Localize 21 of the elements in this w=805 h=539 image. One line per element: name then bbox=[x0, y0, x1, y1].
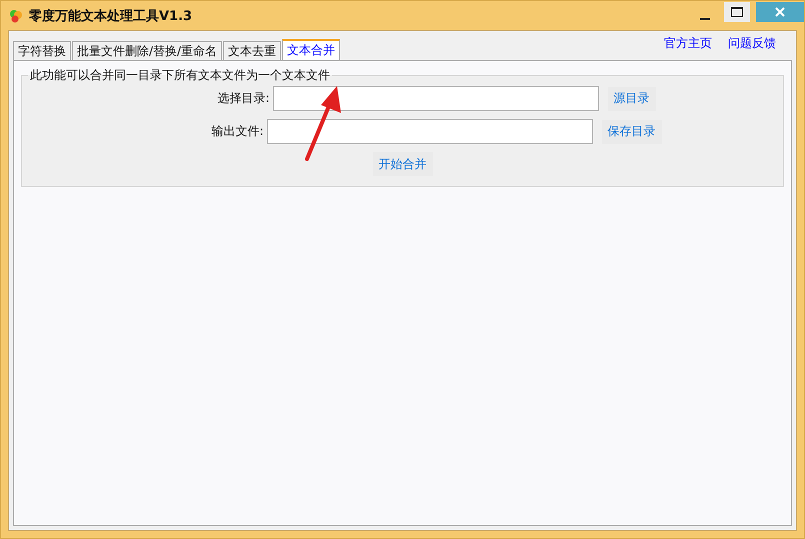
close-button[interactable] bbox=[756, 2, 804, 22]
tab[interactable]: 文本合并 bbox=[282, 39, 340, 60]
browse-button[interactable]: 保存目录 bbox=[602, 120, 662, 144]
maximize-icon bbox=[731, 6, 743, 16]
maximize-button[interactable] bbox=[724, 2, 750, 22]
group-title: 此功能可以合并同一目录下所有文本文件为一个文本文件 bbox=[29, 67, 331, 84]
window-title: 零度万能文本处理工具V1.3 bbox=[29, 8, 194, 24]
field-label: 输出文件: bbox=[210, 123, 264, 140]
minimize-icon bbox=[700, 18, 710, 20]
browse-button[interactable]: 源目录 bbox=[608, 86, 656, 110]
field-label: 选择目录: bbox=[216, 90, 270, 107]
close-icon bbox=[775, 6, 785, 16]
merge-button[interactable]: 开始合并 bbox=[372, 152, 432, 176]
input-field[interactable] bbox=[272, 86, 598, 111]
link[interactable]: 官方主页 bbox=[664, 35, 712, 52]
tab[interactable]: 字符替换 bbox=[13, 41, 71, 60]
app-logo-icon bbox=[9, 8, 23, 22]
tab[interactable]: 批量文件删除/替换/重命名 bbox=[72, 41, 222, 60]
tab[interactable]: 文本去重 bbox=[223, 41, 282, 60]
link[interactable]: 问题反馈 bbox=[728, 35, 776, 52]
input-field[interactable] bbox=[266, 119, 592, 144]
